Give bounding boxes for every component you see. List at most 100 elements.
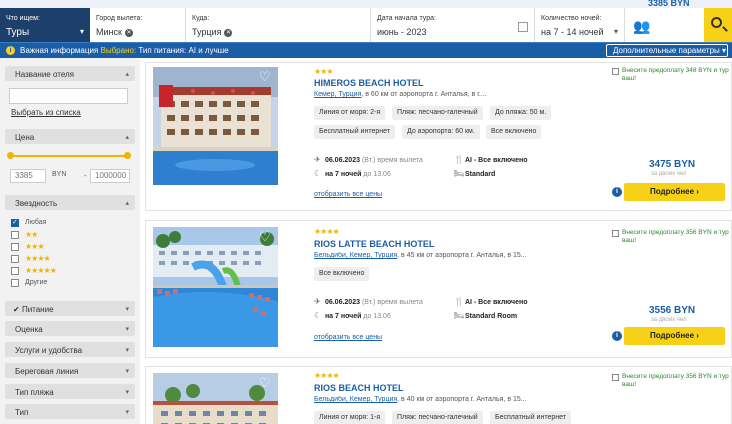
favorite-heart-icon[interactable]: ♡ bbox=[259, 70, 273, 84]
price-dash: - bbox=[84, 171, 87, 180]
from-city-field[interactable]: Город вылета: Минск ✕ bbox=[90, 8, 186, 42]
nights-value: на 7 - 14 ночей bbox=[541, 27, 604, 37]
filter-coastline[interactable]: Береговая линия ▾ bbox=[5, 363, 135, 378]
info-bar: i Важная информация Выбрано: Тип питания… bbox=[0, 42, 732, 58]
what-label: Что ищем: bbox=[6, 15, 40, 22]
bed-icon: 🛏 bbox=[454, 169, 465, 178]
location-link[interactable]: Кемер, Турция bbox=[314, 91, 361, 98]
chevron-down-icon: ▾ bbox=[125, 326, 129, 333]
filter-services[interactable]: Услуги и удобства ▾ bbox=[5, 342, 135, 357]
price-slider-track bbox=[10, 155, 128, 157]
checkbox[interactable] bbox=[11, 267, 19, 275]
clear-icon[interactable]: ✕ bbox=[224, 28, 233, 37]
price-slider-min-handle[interactable] bbox=[7, 152, 14, 159]
hotel-tag: Пляж: песчано-галечный bbox=[392, 411, 483, 424]
price-max-input[interactable]: 1000000 bbox=[90, 169, 130, 183]
nights-select[interactable]: Количество ночей: на 7 - 14 ночей ▾ bbox=[534, 8, 624, 42]
hotel-name-link[interactable]: RIOS BEACH HOTEL bbox=[314, 383, 404, 393]
hotel-tag: До аэропорта: 60 км. bbox=[402, 125, 480, 139]
location-link[interactable]: Бельдиби, Кемер, Турция bbox=[314, 252, 397, 259]
filter-food[interactable]: ✔ Питание ▾ bbox=[5, 301, 135, 316]
filter-beach-type[interactable]: Тип пляжа ▾ bbox=[5, 384, 135, 399]
moon-icon: ☾ bbox=[314, 169, 322, 178]
checkbox[interactable] bbox=[11, 231, 19, 239]
details-button[interactable]: Подробнее › bbox=[624, 183, 725, 201]
plane-icon: ✈ bbox=[314, 297, 321, 306]
hotel-photo-image bbox=[153, 67, 278, 185]
filter-hotel-name[interactable]: Название отеля ▴ bbox=[5, 66, 135, 81]
filter-rating[interactable]: Оценка ▾ bbox=[5, 321, 135, 336]
hotel-name-link[interactable]: RIOS LATTE BEACH HOTEL bbox=[314, 239, 434, 249]
star-option-label: Другие bbox=[25, 279, 48, 286]
checkbox[interactable] bbox=[612, 374, 619, 381]
hotel-stars: ★★★★ bbox=[314, 227, 340, 236]
pick-from-list-link[interactable]: Выбрать из списка bbox=[11, 108, 81, 117]
room-info: 🛏 Standard bbox=[454, 169, 495, 178]
filter-title: Тип пляжа bbox=[15, 388, 54, 397]
date-text: 06.06.2023 bbox=[324, 157, 360, 164]
price-min-input[interactable]: 3385 bbox=[10, 169, 46, 183]
hotel-stars: ★★★★ bbox=[314, 371, 340, 380]
details-button[interactable]: Подробнее › bbox=[624, 327, 725, 345]
nights-text: на 7 ночей bbox=[324, 171, 362, 178]
filter-type[interactable]: Тип ▾ bbox=[5, 404, 135, 419]
show-all-prices-link[interactable]: отобразить все цены bbox=[314, 334, 382, 341]
filter-price[interactable]: Цена ▴ bbox=[5, 129, 135, 144]
checkbox[interactable] bbox=[612, 68, 619, 75]
checkbox[interactable] bbox=[11, 255, 19, 263]
filter-stars[interactable]: Звездность ▴ bbox=[5, 195, 135, 210]
important-info-link[interactable]: Важная информация bbox=[20, 46, 98, 55]
nights-info: ☾ на 7 ночей до 13.06 bbox=[314, 311, 391, 320]
info-icon[interactable]: i bbox=[612, 331, 622, 341]
date-note: (Вт.) время вылета bbox=[361, 157, 423, 164]
departure-date: ✈ 06.06.2023 (Вт.) время вылета bbox=[314, 297, 423, 306]
checkbox[interactable] bbox=[612, 230, 619, 237]
checkbox[interactable] bbox=[11, 279, 19, 287]
tourists-field[interactable]: 👥 bbox=[624, 8, 704, 42]
location-link[interactable]: Бельдиби, Кемер, Турция bbox=[314, 396, 397, 403]
hotel-name-input[interactable] bbox=[9, 88, 128, 104]
destination-field[interactable]: Куда: Турция ✕ bbox=[186, 8, 292, 42]
clear-icon[interactable]: ✕ bbox=[124, 28, 133, 37]
checkbox[interactable] bbox=[11, 218, 19, 227]
date-note: (Вт.) время вылета bbox=[361, 299, 423, 306]
what-select[interactable]: Что ищем: Туры ▾ bbox=[0, 8, 90, 42]
hotel-tag: До пляжа: 50 м. bbox=[490, 106, 552, 120]
favorite-heart-icon[interactable]: ♡ bbox=[259, 376, 273, 390]
more-params-button[interactable]: Дополнительные параметры ▾ bbox=[606, 44, 728, 57]
room-text: Standard Room bbox=[464, 313, 518, 320]
nights-text: на 7 ночей bbox=[324, 313, 362, 320]
filter-title: Тип bbox=[15, 408, 29, 417]
moon-icon: ☾ bbox=[314, 311, 322, 320]
top-price: 3385 BYN bbox=[648, 0, 690, 8]
from-label: Город вылета: bbox=[96, 15, 143, 22]
hotel-photo[interactable]: ♡ bbox=[153, 67, 278, 185]
location-text: , в 60 км от аэропорта г. Анталья, в г..… bbox=[361, 91, 487, 98]
hotel-tag: Линия от моря: 1-я bbox=[314, 411, 386, 424]
chevron-down-icon: ▾ bbox=[613, 27, 618, 36]
price-slider-max-handle[interactable] bbox=[124, 152, 131, 159]
nights-label: Количество ночей: bbox=[541, 15, 602, 22]
hotel-photo[interactable]: ♡ bbox=[153, 373, 278, 424]
hotel-name-link[interactable]: HIMEROS BEACH HOTEL bbox=[314, 78, 424, 88]
hotel-photo[interactable]: ♡ bbox=[153, 227, 278, 347]
info-icon[interactable]: i bbox=[612, 187, 622, 197]
location-text: , в 45 км от аэропорта г. Анталья, в 15.… bbox=[397, 252, 527, 259]
date-label: Дата начала тура: bbox=[377, 15, 436, 22]
hotel-location: Бельдиби, Кемер, Турция, в 45 км от аэро… bbox=[314, 252, 540, 259]
hotel-tag: Бесплатный интернет bbox=[490, 411, 571, 424]
checkbox[interactable] bbox=[11, 243, 19, 251]
filter-title: Оценка bbox=[15, 325, 43, 334]
favorite-heart-icon[interactable]: ♡ bbox=[259, 230, 273, 244]
date-field[interactable]: Дата начала тура: июнь - 2023 bbox=[370, 8, 534, 42]
star-icons: ★★ bbox=[25, 230, 38, 239]
promo-text: Внесите предоплату 356 BYN и тур ваш! bbox=[622, 373, 729, 388]
room-text: Standard bbox=[464, 171, 496, 178]
top-strip: 3385 BYN bbox=[0, 0, 732, 8]
departure-date: ✈ 06.06.2023 (Вт.) время вылета bbox=[314, 155, 423, 164]
cutlery-icon: 🍴 bbox=[454, 155, 464, 164]
search-button[interactable] bbox=[704, 8, 732, 42]
filter-title: Услуги и удобства bbox=[15, 346, 83, 355]
star-icons: ★★★ bbox=[25, 242, 44, 251]
show-all-prices-link[interactable]: отобразить все цены bbox=[314, 191, 382, 198]
